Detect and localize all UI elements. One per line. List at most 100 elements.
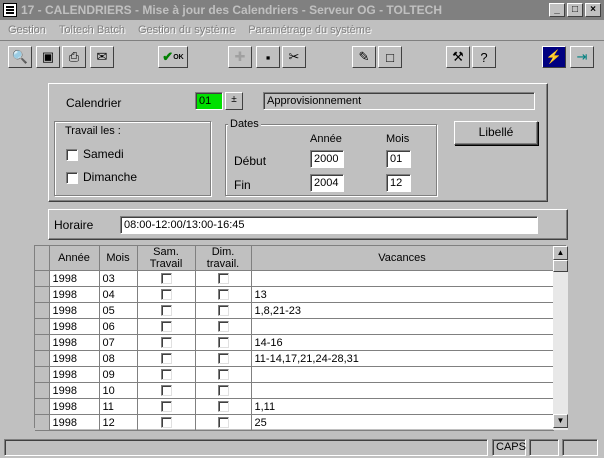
sam-travail-checkbox[interactable] [160, 385, 172, 397]
sam-travail-checkbox[interactable] [160, 289, 172, 301]
sam-travail-checkbox[interactable] [160, 337, 172, 349]
vertical-scrollbar[interactable]: ▲ ▼ [553, 246, 568, 430]
cell-vacances[interactable]: 14-16 [251, 334, 554, 351]
cell-vacances[interactable]: 13 [251, 286, 554, 303]
table-row[interactable]: 1998 05 1,8,21-23 [35, 302, 554, 319]
sam-travail-checkbox[interactable] [160, 321, 172, 333]
sam-travail-checkbox[interactable] [160, 401, 172, 413]
add-icon[interactable]: ✚ [228, 46, 252, 68]
cell-mois[interactable]: 10 [99, 382, 138, 399]
dim-travail-checkbox[interactable] [217, 337, 229, 349]
cell-mois[interactable]: 12 [99, 414, 138, 431]
table-row[interactable]: 1998 07 14-16 [35, 334, 554, 351]
minimize-button[interactable]: _ [549, 3, 565, 17]
column-header-mois[interactable]: Mois [99, 246, 138, 271]
dim-travail-checkbox[interactable] [217, 385, 229, 397]
row-selector[interactable] [35, 382, 50, 399]
cell-vacances[interactable] [251, 382, 554, 399]
cell-mois[interactable]: 06 [99, 318, 138, 335]
cell-mois[interactable]: 07 [99, 334, 138, 351]
table-row[interactable]: 1998 09 [35, 366, 554, 383]
table-row[interactable]: 1998 04 13 [35, 286, 554, 303]
sam-travail-checkbox[interactable] [160, 353, 172, 365]
dim-travail-checkbox[interactable] [217, 289, 229, 301]
fin-mois-field[interactable]: 12 [386, 174, 411, 192]
column-header-annee[interactable]: Année [49, 246, 100, 271]
row-selector[interactable] [35, 302, 50, 319]
table-row[interactable]: 1998 03 [35, 270, 554, 287]
menu-gestion[interactable]: Gestion [8, 24, 46, 36]
sam-travail-checkbox[interactable] [160, 273, 172, 285]
dim-travail-checkbox[interactable] [217, 369, 229, 381]
cell-vacances[interactable]: 25 [251, 414, 554, 431]
dim-travail-checkbox[interactable] [217, 321, 229, 333]
cell-annee[interactable]: 1998 [49, 286, 100, 303]
row-selector[interactable] [35, 270, 50, 287]
debut-annee-field[interactable]: 2000 [310, 150, 344, 168]
row-selector[interactable] [35, 350, 50, 367]
cell-mois[interactable]: 08 [99, 350, 138, 367]
row-selector[interactable] [35, 414, 50, 431]
close-button[interactable]: × [585, 3, 601, 17]
dimanche-checkbox[interactable] [66, 172, 78, 184]
cell-mois[interactable]: 03 [99, 270, 138, 287]
preview-icon[interactable]: 🔍 [8, 46, 32, 68]
scroll-thumb[interactable] [553, 260, 568, 272]
table-row[interactable]: 1998 12 25 [35, 414, 554, 431]
menu-parametrage-systeme[interactable]: Paramétrage du système [248, 24, 371, 36]
cell-mois[interactable]: 09 [99, 366, 138, 383]
cell-mois[interactable]: 04 [99, 286, 138, 303]
scroll-down-icon[interactable]: ▼ [553, 414, 568, 428]
row-selector[interactable] [35, 398, 50, 415]
cell-annee[interactable]: 1998 [49, 318, 100, 335]
cell-vacances[interactable] [251, 270, 554, 287]
cell-annee[interactable]: 1998 [49, 334, 100, 351]
cell-annee[interactable]: 1998 [49, 382, 100, 399]
cell-mois[interactable]: 11 [99, 398, 138, 415]
column-header-sam-travail[interactable]: Sam. Travail [137, 246, 196, 271]
samedi-checkbox[interactable] [66, 149, 78, 161]
app-icon[interactable] [3, 3, 17, 17]
ok-button[interactable]: ✔ OK [158, 46, 188, 68]
sam-travail-checkbox[interactable] [160, 417, 172, 429]
cell-annee[interactable]: 1998 [49, 366, 100, 383]
tools-icon[interactable]: ⚒ [446, 46, 470, 68]
cell-annee[interactable]: 1998 [49, 350, 100, 367]
table-row[interactable]: 1998 08 11-14,17,21,24-28,31 [35, 350, 554, 367]
dim-travail-checkbox[interactable] [217, 353, 229, 365]
calendrier-picker-button[interactable]: ± [225, 92, 243, 110]
horaire-field[interactable]: 08:00-12:00/13:00-16:45 [120, 216, 538, 234]
sam-travail-checkbox[interactable] [160, 305, 172, 317]
eraser-icon[interactable]: ✎ [352, 46, 376, 68]
column-header-vacances[interactable]: Vacances [251, 246, 554, 271]
row-selector[interactable] [35, 366, 50, 383]
libelle-button[interactable]: Libellé [454, 121, 538, 145]
menu-gestion-systeme[interactable]: Gestion du système [138, 24, 235, 36]
printer-icon[interactable]: ⎙ [62, 46, 86, 68]
cell-annee[interactable]: 1998 [49, 302, 100, 319]
new-document-icon[interactable]: □ [378, 46, 402, 68]
cell-vacances[interactable] [251, 318, 554, 335]
fin-annee-field[interactable]: 2004 [310, 174, 344, 192]
menu-toltech-batch[interactable]: Toltech Batch [59, 24, 125, 36]
row-selector[interactable] [35, 334, 50, 351]
cell-vacances[interactable]: 11-14,17,21,24-28,31 [251, 350, 554, 367]
exit-app-icon[interactable]: ⚡ [542, 46, 566, 68]
save-icon[interactable]: ▪ [256, 46, 280, 68]
cell-vacances[interactable]: 1,11 [251, 398, 554, 415]
dim-travail-checkbox[interactable] [217, 273, 229, 285]
dim-travail-checkbox[interactable] [217, 305, 229, 317]
cell-vacances[interactable]: 1,8,21-23 [251, 302, 554, 319]
dim-travail-checkbox[interactable] [217, 417, 229, 429]
scroll-up-icon[interactable]: ▲ [553, 246, 568, 260]
cell-mois[interactable]: 05 [99, 302, 138, 319]
help-icon[interactable]: ? [472, 46, 496, 68]
table-row[interactable]: 1998 11 1,11 [35, 398, 554, 415]
table-row[interactable]: 1998 10 [35, 382, 554, 399]
debut-mois-field[interactable]: 01 [386, 150, 411, 168]
row-selector[interactable] [35, 318, 50, 335]
exit-door-icon[interactable]: ⇥ [570, 46, 594, 68]
scissors-icon[interactable]: ✂ [282, 46, 306, 68]
calendrier-code-field[interactable]: 01 [195, 92, 223, 110]
cell-annee[interactable]: 1998 [49, 414, 100, 431]
